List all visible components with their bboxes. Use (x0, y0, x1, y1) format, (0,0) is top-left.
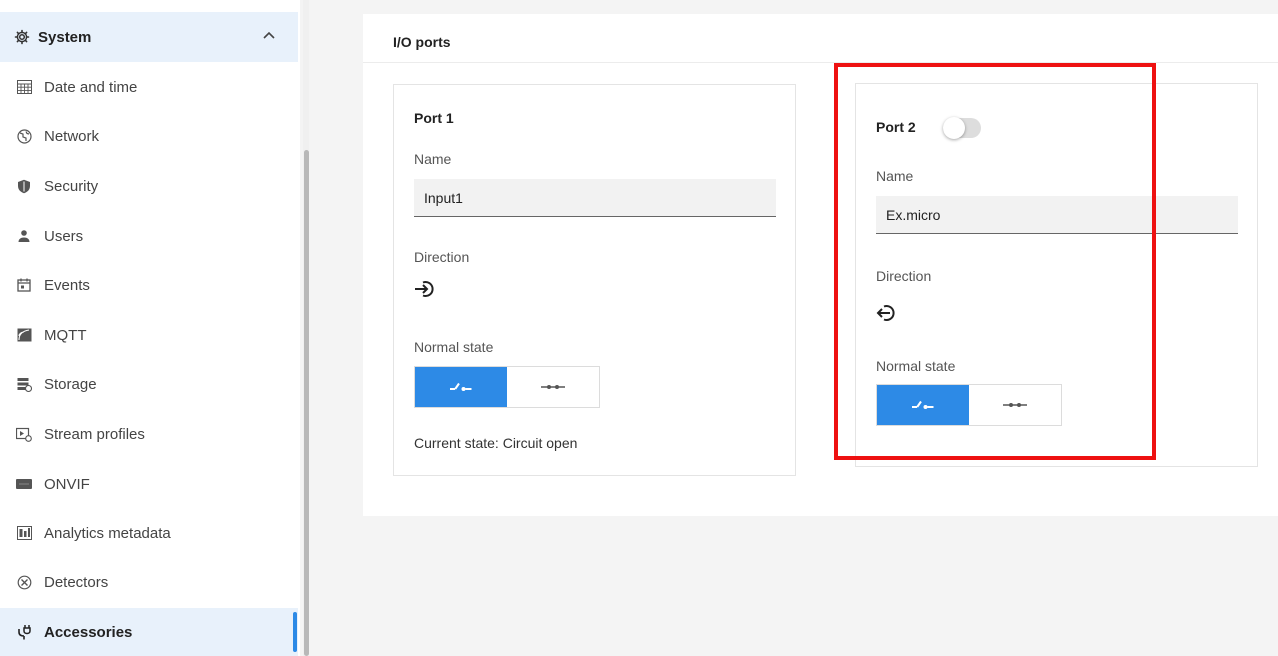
mqtt-icon (16, 327, 32, 343)
sidebar-item-mqtt[interactable]: MQTT (0, 312, 298, 358)
sidebar-item-label: Storage (44, 375, 97, 393)
normal-state-closed-button[interactable] (507, 367, 599, 407)
current-state-text: Current state: Circuit open (414, 435, 578, 451)
storage-icon (16, 376, 32, 392)
sidebar-item-detectors[interactable]: Detectors (0, 559, 298, 605)
port-1-panel: Port 1 Name Direction Normal state Curre… (393, 84, 796, 476)
sidebar-section-system[interactable]: System (0, 12, 298, 62)
sidebar-scrollbar-thumb[interactable] (304, 150, 309, 656)
plug-icon (16, 624, 32, 640)
red-highlight-box (834, 63, 1156, 460)
normal-state-selector (414, 366, 600, 408)
calendar-icon (16, 277, 32, 293)
sidebar-item-network[interactable]: Network (0, 113, 298, 159)
sidebar-item-users[interactable]: Users (0, 213, 298, 259)
sidebar-item-label: Stream profiles (44, 425, 145, 443)
calendar-grid-icon (16, 79, 32, 95)
sidebar-item-date-and-time[interactable]: Date and time (0, 64, 298, 110)
port-title: Port 1 (414, 110, 454, 126)
normal-state-label: Normal state (414, 339, 494, 355)
sidebar-item-label: Network (44, 127, 100, 145)
sidebar-item-stream-profiles[interactable]: Stream profiles (0, 411, 298, 457)
gear-icon (14, 29, 30, 45)
shield-icon (16, 178, 32, 194)
port-1-name-input[interactable] (414, 179, 776, 217)
sidebar-item-label: Date and time (44, 78, 138, 96)
sidebar-item-label: Users (44, 227, 84, 245)
onvif-icon (16, 476, 32, 492)
sidebar: System Date and time Network Security Us… (0, 0, 300, 656)
sidebar-item-analytics-metadata[interactable]: Analytics metadata (0, 510, 298, 556)
sidebar-item-onvif[interactable]: ONVIF (0, 461, 298, 507)
page-title: I/O ports (393, 34, 451, 50)
sidebar-item-label: Accessories (44, 623, 133, 641)
analytics-icon (16, 525, 32, 541)
sidebar-item-storage[interactable]: Storage (0, 361, 298, 407)
sidebar-item-label: Detectors (44, 573, 109, 591)
active-item-indicator (293, 612, 297, 652)
sidebar-item-events[interactable]: Events (0, 262, 298, 308)
normal-state-open-button[interactable] (415, 367, 507, 407)
user-icon (16, 228, 32, 244)
direction-label: Direction (414, 249, 470, 265)
sidebar-item-security[interactable]: Security (0, 163, 298, 209)
detector-icon (16, 574, 32, 590)
sidebar-item-label: Events (44, 276, 90, 294)
sidebar-item-accessories[interactable]: Accessories (0, 608, 298, 656)
sidebar-item-label: Analytics metadata (44, 524, 171, 542)
stream-profile-icon (16, 426, 32, 442)
input-arrow-icon (414, 279, 436, 299)
globe-icon (16, 128, 32, 144)
sidebar-section-label: System (38, 28, 92, 46)
name-label: Name (414, 151, 452, 167)
sidebar-item-label: ONVIF (44, 475, 90, 493)
chevron-up-icon[interactable] (260, 27, 278, 45)
sidebar-item-label: MQTT (44, 326, 87, 344)
sidebar-item-label: Security (44, 177, 99, 195)
